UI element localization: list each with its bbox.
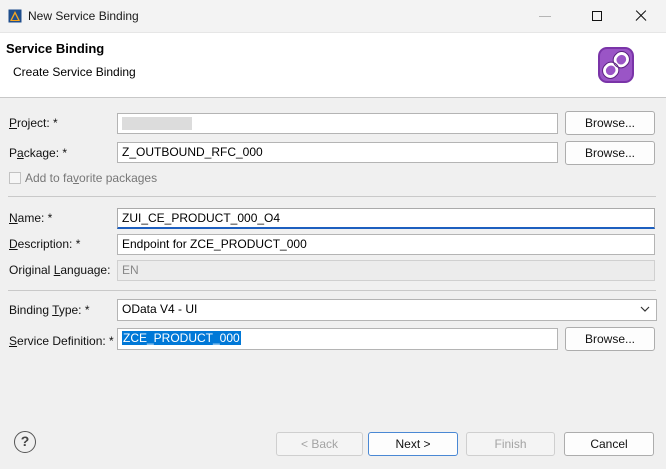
project-field[interactable] <box>117 113 558 134</box>
finish-button[interactable]: Finish <box>466 432 555 456</box>
binding-type-label: Binding Type: * <box>9 303 90 317</box>
maximize-icon <box>592 11 602 21</box>
wizard-subtitle: Create Service Binding <box>13 65 136 79</box>
favorite-checkbox[interactable] <box>9 172 21 184</box>
minimize-button[interactable] <box>535 6 555 26</box>
original-language-field: EN <box>117 260 655 281</box>
help-icon[interactable]: ? <box>14 431 36 453</box>
window-title: New Service Binding <box>28 9 139 23</box>
minimize-icon <box>539 16 551 17</box>
separator <box>8 196 656 197</box>
eclipse-app-icon <box>8 9 22 23</box>
service-definition-browse-button[interactable]: Browse... <box>565 327 655 351</box>
binding-type-select[interactable]: OData V4 - UI <box>117 299 657 321</box>
maximize-button[interactable] <box>587 6 607 26</box>
next-button[interactable]: Next > <box>368 432 458 456</box>
description-field[interactable]: Endpoint for ZCE_PRODUCT_000 <box>117 234 655 255</box>
separator <box>8 290 656 291</box>
favorite-label: Add to favorite packages <box>25 171 158 185</box>
service-definition-field[interactable]: ZCE_PRODUCT_000 <box>117 328 558 350</box>
binding-type-value: OData V4 - UI <box>122 302 198 316</box>
name-label: Name: * <box>9 211 53 225</box>
service-definition-value: ZCE_PRODUCT_000 <box>122 331 241 345</box>
cancel-button[interactable]: Cancel <box>564 432 654 456</box>
wizard-title: Service Binding <box>6 41 105 56</box>
package-label: Package: * <box>9 146 68 160</box>
chevron-down-icon <box>640 300 650 320</box>
project-value-redacted <box>122 117 192 131</box>
back-button[interactable]: < Back <box>276 432 363 456</box>
original-language-label: Original Language: <box>9 263 111 277</box>
service-binding-chain-icon <box>596 45 636 85</box>
package-browse-button[interactable]: Browse... <box>565 141 655 165</box>
description-label: Description: * <box>9 237 81 251</box>
package-field[interactable]: Z_OUTBOUND_RFC_000 <box>117 142 558 163</box>
close-button[interactable] <box>631 6 651 26</box>
project-browse-button[interactable]: Browse... <box>565 111 655 135</box>
project-label: Project: * <box>9 116 58 130</box>
service-definition-label: Service Definition: * <box>9 334 114 348</box>
name-field[interactable]: ZUI_CE_PRODUCT_000_O4 <box>117 208 655 229</box>
